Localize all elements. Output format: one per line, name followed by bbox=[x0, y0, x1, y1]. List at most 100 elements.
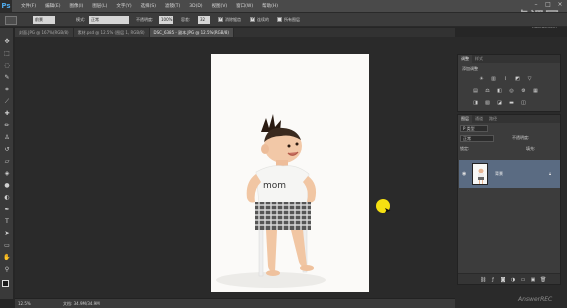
menu-layer[interactable]: 图层(L) bbox=[92, 3, 107, 9]
threshold-icon[interactable]: ◪ bbox=[496, 100, 503, 106]
fill-source-select[interactable]: 前景 bbox=[33, 16, 55, 24]
type-tool-icon[interactable]: T bbox=[3, 218, 11, 225]
hue-saturation-icon[interactable]: ▤ bbox=[472, 88, 479, 94]
tab-material[interactable]: 素材.psd @ 12.5% (图层 1, RGB/8) bbox=[73, 28, 150, 37]
brush-tool-icon[interactable]: ✏ bbox=[3, 122, 11, 129]
new-layer-icon[interactable]: ▣ bbox=[530, 277, 536, 283]
zoom-level[interactable]: 12.5% bbox=[18, 301, 38, 307]
dodge-tool-icon[interactable]: ◐ bbox=[3, 194, 11, 201]
invert-icon[interactable]: ◨ bbox=[472, 100, 479, 106]
layer-thumbnail bbox=[472, 163, 488, 185]
menu-help[interactable]: 帮助(H) bbox=[262, 3, 278, 9]
healing-brush-tool-icon[interactable]: ✚ bbox=[3, 110, 11, 117]
history-brush-tool-icon[interactable]: ↺ bbox=[3, 146, 11, 153]
document-canvas[interactable]: mom bbox=[211, 54, 369, 292]
shape-tool-icon[interactable]: ▭ bbox=[3, 242, 11, 249]
menu-select[interactable]: 选择(S) bbox=[141, 3, 156, 9]
lock-icon: 🔒︎ bbox=[549, 171, 552, 176]
menu-bar: Ps 文件(F) 编辑(E) 图像(I) 图层(L) 文字(Y) 选择(S) 滤… bbox=[0, 0, 567, 12]
fill-label: 填充: bbox=[526, 146, 536, 151]
color-balance-icon[interactable]: ⚖ bbox=[484, 88, 491, 94]
layer-filter-select[interactable]: P 类型 bbox=[460, 125, 488, 132]
layer-style-icon[interactable]: ƒ bbox=[490, 277, 496, 283]
menu-filter[interactable]: 滤镜(T) bbox=[165, 3, 180, 9]
tab-paths[interactable]: 路径 bbox=[486, 115, 500, 123]
tab-layers[interactable]: 图层 bbox=[458, 115, 472, 123]
adjustments-panel: 调整 样式 添加调整 ☀ ▥ ⌇ ◩ ▽ ▤ ⚖ ◧ ◎ ⚙ ▦ ◨ ▧ ◪ ▬… bbox=[457, 54, 561, 112]
document-tabs: 封面.JPG @ 167%(RGB/8) 素材.psd @ 12.5% (图层 … bbox=[15, 28, 455, 37]
delete-layer-icon[interactable]: 🗑︎ bbox=[540, 277, 546, 283]
exposure-icon[interactable]: ◩ bbox=[514, 76, 521, 82]
photoshop-logo: Ps bbox=[0, 0, 12, 12]
pen-tool-icon[interactable]: ✒ bbox=[3, 206, 11, 213]
lock-label: 锁定: bbox=[460, 146, 470, 151]
hand-tool-icon[interactable]: ✋ bbox=[3, 254, 11, 261]
layers-panel-tabs: 图层 通道 路径 bbox=[458, 115, 560, 123]
selective-color-icon[interactable]: ◫ bbox=[520, 100, 527, 106]
options-bar: 前景 模式: 正常 不透明度: 100% 容差: 32 消除锯齿 连续的 所有图… bbox=[0, 12, 567, 27]
contiguous-label: 连续的 bbox=[257, 17, 269, 22]
layers-panel-footer: ⛓ ƒ ◙ ◑ ▭ ▣ 🗑︎ bbox=[458, 273, 560, 284]
vibrance-icon[interactable]: ▽ bbox=[526, 76, 533, 82]
tab-cover[interactable]: 封面.JPG @ 167%(RGB/8) bbox=[15, 28, 74, 37]
all-layers-checkbox[interactable] bbox=[277, 17, 282, 22]
mouse-pointer-icon: ➤ bbox=[384, 206, 391, 215]
color-lookup-icon[interactable]: ▦ bbox=[532, 88, 539, 94]
menu-edit[interactable]: 编辑(E) bbox=[45, 3, 60, 9]
paint-bucket-tool-icon[interactable]: ◈ bbox=[3, 170, 11, 177]
status-bar: 12.5% 文档: 34.9M/34.9M bbox=[15, 298, 455, 308]
new-adjustment-layer-icon[interactable]: ◑ bbox=[510, 277, 516, 283]
eyedropper-tool-icon[interactable]: ⟋ bbox=[3, 98, 11, 105]
clone-stamp-tool-icon[interactable]: ♙ bbox=[3, 134, 11, 141]
tab-dsc6385[interactable]: DSC_6385 - 副本.JPG @ 12.5%(RGB/8) bbox=[149, 28, 234, 37]
antialias-checkbox[interactable] bbox=[218, 16, 223, 22]
photo-boy-on-chair: mom bbox=[211, 54, 369, 292]
black-white-icon[interactable]: ◧ bbox=[496, 88, 503, 94]
blend-mode-select[interactable]: 正常 bbox=[460, 135, 494, 142]
move-tool-icon[interactable]: ✥ bbox=[3, 38, 11, 45]
opacity-input[interactable]: 100% bbox=[159, 16, 173, 24]
gradient-map-icon[interactable]: ▬ bbox=[508, 100, 515, 106]
menu-type[interactable]: 文字(Y) bbox=[116, 3, 131, 9]
all-layers-label: 所有图层 bbox=[284, 17, 300, 22]
lasso-tool-icon[interactable]: ◌ bbox=[3, 62, 11, 69]
tab-channels[interactable]: 通道 bbox=[472, 115, 486, 123]
zoom-tool-icon[interactable]: ⚲ bbox=[3, 266, 11, 273]
visibility-eye-icon[interactable]: ◉ bbox=[462, 171, 466, 177]
menu-window[interactable]: 窗口(W) bbox=[236, 3, 253, 9]
tolerance-input[interactable]: 32 bbox=[198, 16, 210, 24]
opacity-label: 不透明度: bbox=[136, 17, 154, 22]
tab-styles[interactable]: 样式 bbox=[472, 55, 486, 63]
quick-select-tool-icon[interactable]: ✎ bbox=[3, 74, 11, 81]
layer-row-background[interactable]: ◉ 背景 🔒︎ bbox=[459, 160, 560, 188]
marquee-tool-icon[interactable]: ⬚ bbox=[3, 50, 11, 57]
antialias-label: 消除锯齿 bbox=[225, 17, 241, 22]
path-select-tool-icon[interactable]: ➤ bbox=[3, 230, 11, 237]
mode-label: 模式: bbox=[76, 17, 86, 22]
posterize-icon[interactable]: ▧ bbox=[484, 100, 491, 106]
add-mask-icon[interactable]: ◙ bbox=[500, 277, 506, 283]
link-layers-icon[interactable]: ⛓ bbox=[480, 277, 486, 283]
brightness-contrast-icon[interactable]: ☀ bbox=[478, 76, 485, 82]
svg-text:mom: mom bbox=[263, 181, 286, 191]
levels-icon[interactable]: ▥ bbox=[490, 76, 497, 82]
curves-icon[interactable]: ⌇ bbox=[502, 76, 509, 82]
foreground-color-swatch[interactable] bbox=[2, 280, 9, 287]
menu-view[interactable]: 视图(V) bbox=[212, 3, 228, 9]
tool-preset-picker[interactable] bbox=[5, 16, 17, 25]
contiguous-checkbox[interactable] bbox=[250, 16, 255, 22]
mode-select[interactable]: 正常 bbox=[89, 16, 129, 24]
new-group-icon[interactable]: ▭ bbox=[520, 277, 526, 283]
eraser-tool-icon[interactable]: ▱ bbox=[3, 158, 11, 165]
menu-image[interactable]: 图像(I) bbox=[69, 3, 83, 9]
layer-name[interactable]: 背景 bbox=[495, 171, 503, 177]
menu-3d[interactable]: 3D(D) bbox=[189, 4, 202, 9]
tools-panel: ✥ ⬚ ◌ ✎ ⌗ ⟋ ✚ ✏ ♙ ↺ ▱ ◈ ● ◐ ✒ T ➤ ▭ ✋ ⚲ bbox=[0, 28, 14, 299]
crop-tool-icon[interactable]: ⌗ bbox=[3, 86, 11, 93]
tab-adjustments[interactable]: 调整 bbox=[458, 55, 472, 63]
menu-file[interactable]: 文件(F) bbox=[21, 3, 36, 9]
blur-tool-icon[interactable]: ● bbox=[3, 182, 11, 189]
photo-filter-icon[interactable]: ◎ bbox=[508, 88, 515, 94]
channel-mixer-icon[interactable]: ⚙ bbox=[520, 88, 527, 94]
layers-panel: 图层 通道 路径 P 类型 正常 不透明度: 锁定: 填充: ◉ 背景 🔒︎ ⛓… bbox=[457, 114, 561, 285]
